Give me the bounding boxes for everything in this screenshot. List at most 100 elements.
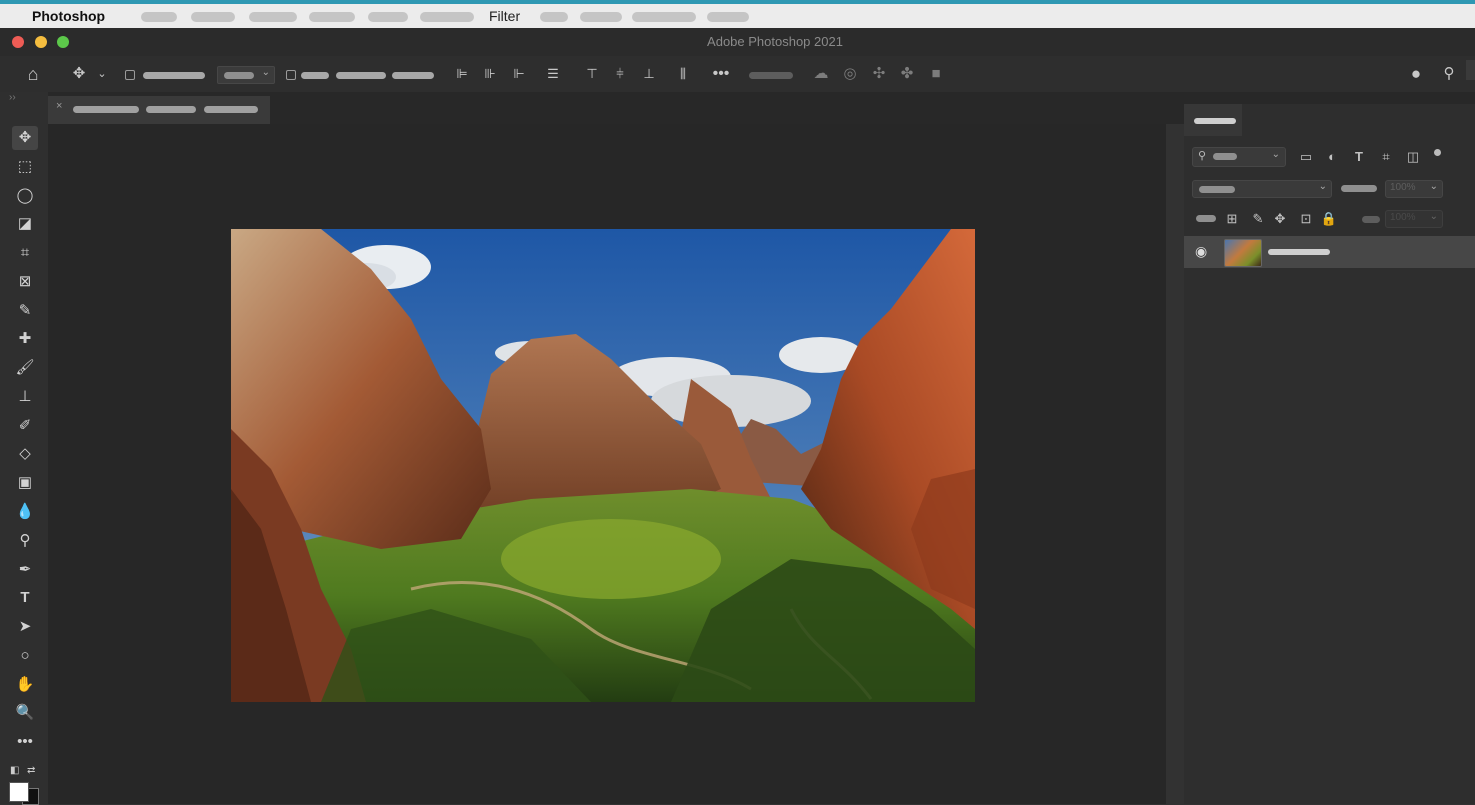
brush-tool-icon[interactable]: 🖌 (12, 356, 38, 380)
move-tool-icon[interactable]: ✥ (12, 126, 38, 150)
filter-adjustment-icon[interactable]: ◐ (1323, 149, 1341, 165)
canvas-image[interactable] (231, 229, 975, 702)
lasso-tool-icon[interactable]: ◯ (12, 184, 38, 208)
filter-type-icon[interactable]: T (1350, 149, 1368, 165)
crop-tool-icon[interactable]: ⌗ (12, 241, 38, 265)
window-title-bar: Adobe Photoshop 2021 (0, 28, 1475, 56)
layer-name[interactable] (1268, 249, 1330, 255)
marquee-tool-icon[interactable]: ⬚ (12, 155, 38, 179)
pen-tool-icon[interactable]: ✒ (12, 558, 38, 582)
3d-mode-label (749, 72, 793, 79)
fill-label (1362, 216, 1380, 223)
align-top-icon[interactable]: ⊤ (582, 64, 602, 84)
more-icon[interactable]: ••• (711, 64, 731, 84)
layers-tab[interactable] (1184, 104, 1242, 136)
transform-controls-checkbox[interactable] (286, 70, 296, 80)
foreground-color-swatch[interactable] (9, 782, 29, 802)
default-colors-icon[interactable]: ◧ (10, 765, 19, 776)
visibility-eye-icon[interactable]: ◉ (1195, 243, 1207, 260)
search-icon[interactable]: ⚲ (1439, 64, 1459, 84)
layer-thumbnail (1224, 239, 1262, 267)
menu-item-filter[interactable]: Filter (489, 8, 520, 24)
filter-pixel-icon[interactable]: ▭ (1297, 149, 1315, 165)
layers-tab-label (1194, 118, 1236, 124)
menu-bar: Photoshop Filter (0, 4, 1475, 28)
auto-select-dropdown[interactable]: ⌄ (217, 66, 275, 84)
move-tool-icon[interactable]: ✥ (69, 64, 89, 84)
collapse-icon[interactable]: ›› (9, 92, 16, 103)
swap-colors-icon[interactable]: ⇄ (27, 765, 35, 776)
3d-orbit-icon[interactable]: ☁ (811, 64, 831, 84)
menu-item-select[interactable] (420, 12, 474, 22)
search-icon: ⚲ (1198, 150, 1207, 162)
opacity-field[interactable]: 100% ⌄ (1385, 180, 1443, 198)
eyedropper-tool-icon[interactable]: ✎ (12, 299, 38, 323)
document-tab[interactable]: × (48, 96, 270, 124)
menu-item-type[interactable] (368, 12, 408, 22)
layers-panel (1184, 104, 1475, 804)
filter-kind-label (1213, 153, 1237, 160)
zoom-tool-icon[interactable]: 🔍 (12, 701, 38, 725)
stamp-tool-icon[interactable]: ⊥ (12, 385, 38, 409)
menu-item-layer[interactable] (309, 12, 355, 22)
menu-item-edit[interactable] (191, 12, 235, 22)
document-zoom (146, 106, 196, 113)
fill-field[interactable]: 100% ⌄ (1385, 210, 1443, 228)
menu-item-image[interactable] (249, 12, 297, 22)
menu-item-window[interactable] (707, 12, 749, 22)
dodge-tool-icon[interactable]: ⚲ (12, 529, 38, 553)
menu-item-file[interactable] (141, 12, 177, 22)
align-right-icon[interactable]: ⊩ (509, 64, 529, 84)
layer-row[interactable]: ◉ (1184, 236, 1475, 268)
align-center-icon[interactable]: ⊪ (480, 64, 500, 84)
home-icon[interactable]: ⌂ (23, 64, 43, 84)
camera-icon[interactable]: ■ (926, 64, 946, 84)
transform-label-2 (336, 72, 386, 79)
chevron-down-icon[interactable]: ⌄ (92, 64, 112, 84)
filter-shape-icon[interactable]: ⌗ (1377, 149, 1395, 165)
3d-pan-icon[interactable]: ✣ (869, 64, 889, 84)
healing-tool-icon[interactable]: ✚ (12, 327, 38, 351)
panel-scrollbar[interactable] (1466, 60, 1475, 80)
lock-transparent-icon[interactable]: ⊞ (1223, 211, 1241, 227)
more-tools-icon[interactable]: ••• (12, 730, 38, 754)
3d-slide-icon[interactable]: ✤ (897, 64, 917, 84)
menu-item-plugins[interactable] (632, 12, 696, 22)
chevron-down-icon: ⌄ (1318, 181, 1327, 192)
document-mode (204, 106, 258, 113)
menu-item-3d[interactable] (540, 12, 568, 22)
user-icon[interactable]: ● (1406, 64, 1426, 84)
close-tab-icon[interactable]: × (56, 100, 62, 112)
3d-roll-icon[interactable]: ◎ (840, 64, 860, 84)
filter-toggle-icon[interactable] (1434, 149, 1441, 156)
document-name (73, 106, 139, 113)
blend-mode-value (1199, 186, 1235, 193)
ellipse-tool-icon[interactable]: ○ (12, 644, 38, 668)
lock-image-icon[interactable]: ✎ (1249, 211, 1267, 227)
gradient-tool-icon[interactable]: ▣ (12, 471, 38, 495)
blur-tool-icon[interactable]: 💧 (12, 500, 38, 524)
lock-all-icon[interactable]: 🔒 (1320, 211, 1338, 227)
layer-filter-kind[interactable]: ⚲ ⌄ (1192, 147, 1286, 167)
eraser-tool-icon[interactable]: ◇ (12, 442, 38, 466)
object-selection-tool-icon[interactable]: ◪ (12, 212, 38, 236)
frame-tool-icon[interactable]: ⊠ (12, 270, 38, 294)
align-bottom-icon[interactable]: ⊥ (639, 64, 659, 84)
window-title: Adobe Photoshop 2021 (707, 34, 843, 49)
auto-select-label (143, 72, 205, 79)
distribute-icon[interactable]: ☰ (543, 64, 563, 84)
path-selection-tool-icon[interactable]: ➤ (12, 615, 38, 639)
lock-position-icon[interactable]: ✥ (1271, 211, 1289, 227)
menu-item-view[interactable] (580, 12, 622, 22)
history-brush-tool-icon[interactable]: ✐ (12, 414, 38, 438)
lock-artboard-icon[interactable]: ⊡ (1297, 211, 1315, 227)
type-tool-icon[interactable]: T (12, 586, 38, 610)
hand-tool-icon[interactable]: ✋ (12, 673, 38, 697)
app-menu[interactable]: Photoshop (32, 8, 105, 24)
align-middle-icon[interactable]: ⫩ (610, 64, 630, 84)
filter-smart-object-icon[interactable]: ◫ (1404, 149, 1422, 165)
align-left-icon[interactable]: ⊫ (452, 64, 472, 84)
blend-mode-dropdown[interactable]: ⌄ (1192, 180, 1332, 198)
auto-select-checkbox[interactable] (125, 70, 135, 80)
distribute-vertical-icon[interactable]: ⫼ (673, 64, 693, 84)
